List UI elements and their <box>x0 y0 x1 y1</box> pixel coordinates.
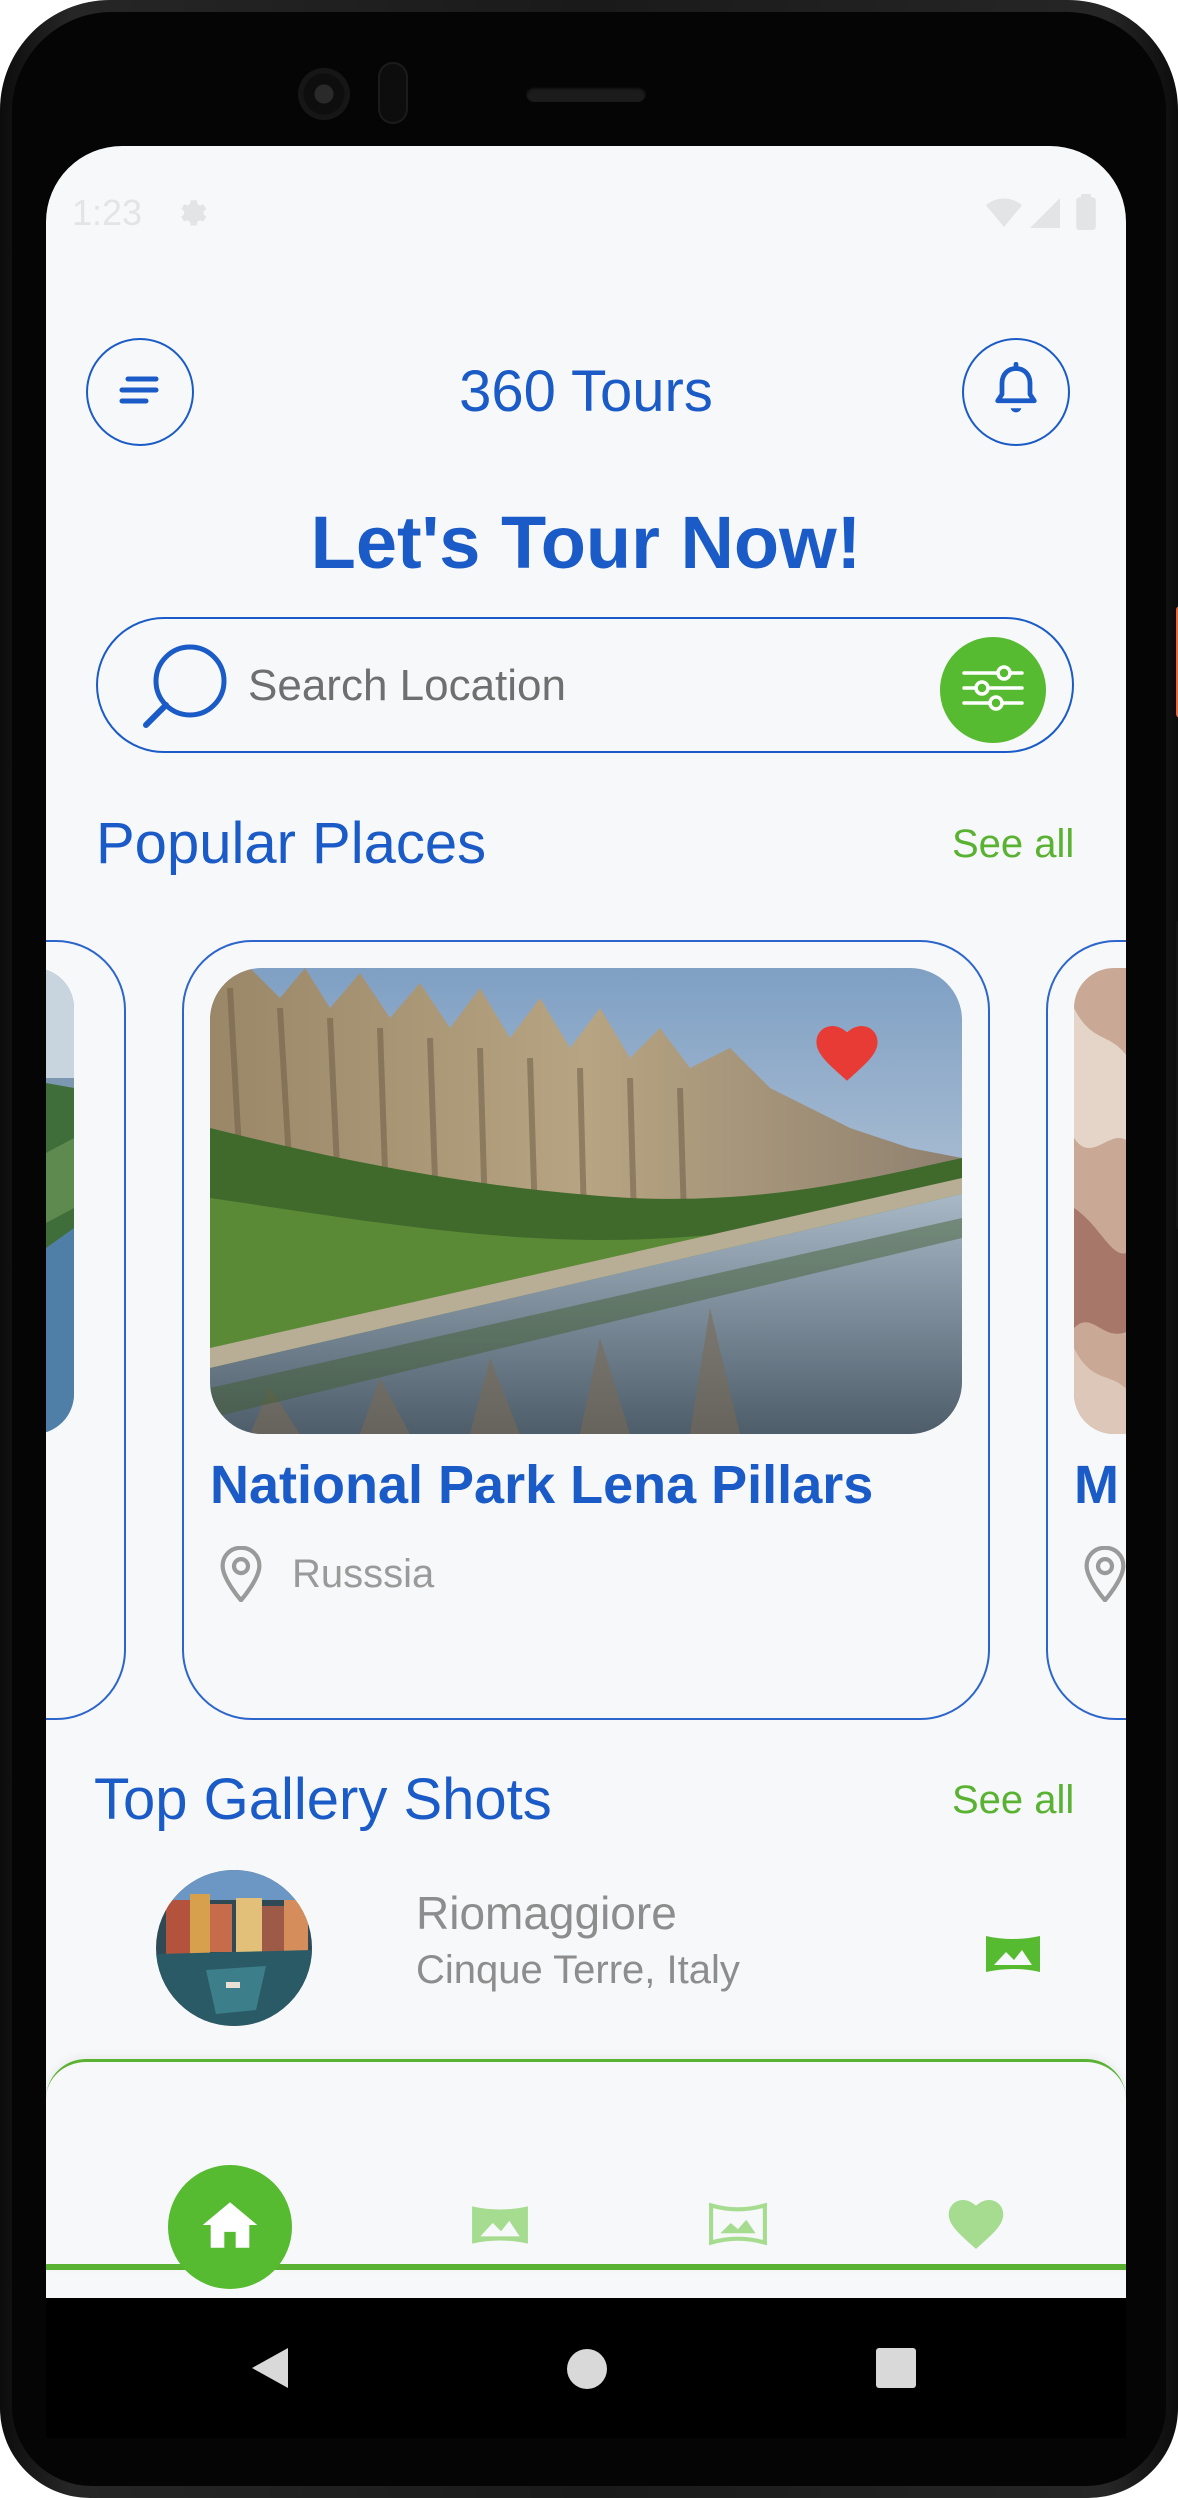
place-card-previous-photo <box>46 968 74 1434</box>
gallery-title: Top Gallery Shots <box>94 1767 552 1832</box>
filter-button[interactable] <box>940 637 1046 743</box>
search-input[interactable] <box>246 649 870 723</box>
place-card-next-pin-icon <box>1084 1545 1126 1607</box>
favorite-heart-icon[interactable] <box>816 1026 878 1087</box>
battery-icon <box>1076 194 1096 235</box>
status-bar: 1:23 <box>46 192 1126 252</box>
place-card-photo <box>210 968 962 1434</box>
status-time: 1:23 <box>72 192 143 233</box>
place-card-next-photo <box>1074 968 1126 1434</box>
place-card-location: Russsia <box>292 1552 435 1596</box>
notifications-button[interactable] <box>962 338 1070 446</box>
proximity-sensor <box>378 62 408 124</box>
nav-home-button[interactable] <box>168 2165 292 2289</box>
gallery-item-thumbnail[interactable] <box>156 1870 312 2026</box>
place-card-next[interactable]: M <box>1046 940 1126 1720</box>
gallery-item-name: Riomaggiore <box>416 1887 677 1939</box>
app-screen: 1:23 360 Tours Let's Tour Now! Search Lo… <box>46 146 1126 2298</box>
nav-panorama-button[interactable] <box>708 2200 768 2252</box>
wifi-icon <box>986 196 1022 233</box>
home-icon <box>202 2200 258 2255</box>
place-card-previous[interactable] <box>46 940 126 1720</box>
gallery-item-location: Cinque Terre, Italy <box>416 1948 740 1992</box>
settings-status-icon <box>174 196 208 235</box>
heart-icon <box>948 2199 1004 2255</box>
sliders-icon <box>960 663 1026 718</box>
system-navigation-bar <box>46 2298 1126 2438</box>
image-view-icon[interactable] <box>984 1932 1042 1981</box>
search-bar[interactable] <box>96 617 1074 753</box>
nav-gallery-button[interactable] <box>470 2202 530 2252</box>
gallery-see-all-link[interactable]: See all <box>952 1778 1074 1823</box>
image-icon <box>470 2202 530 2253</box>
place-card-next-name: M <box>1074 1455 1119 1515</box>
place-card[interactable]: National Park Lena Pillars Russsia <box>182 940 990 1720</box>
location-pin-icon <box>220 1545 262 1607</box>
panorama-icon <box>708 2199 768 2254</box>
popular-see-all-link[interactable]: See all <box>952 822 1074 867</box>
nav-favorites-button[interactable] <box>946 2199 1006 2255</box>
bell-icon <box>990 361 1042 423</box>
front-camera <box>298 68 350 120</box>
back-icon[interactable] <box>250 2346 290 2395</box>
popular-places-title: Popular Places <box>96 811 487 876</box>
recents-icon[interactable] <box>876 2348 916 2393</box>
page-headline: Let's Tour Now! <box>310 501 862 584</box>
signal-icon <box>1030 198 1060 233</box>
search-icon <box>138 641 230 736</box>
home-nav-icon[interactable] <box>566 2348 608 2395</box>
earpiece-speaker <box>526 86 646 102</box>
place-card-name: National Park Lena Pillars <box>210 1455 874 1515</box>
